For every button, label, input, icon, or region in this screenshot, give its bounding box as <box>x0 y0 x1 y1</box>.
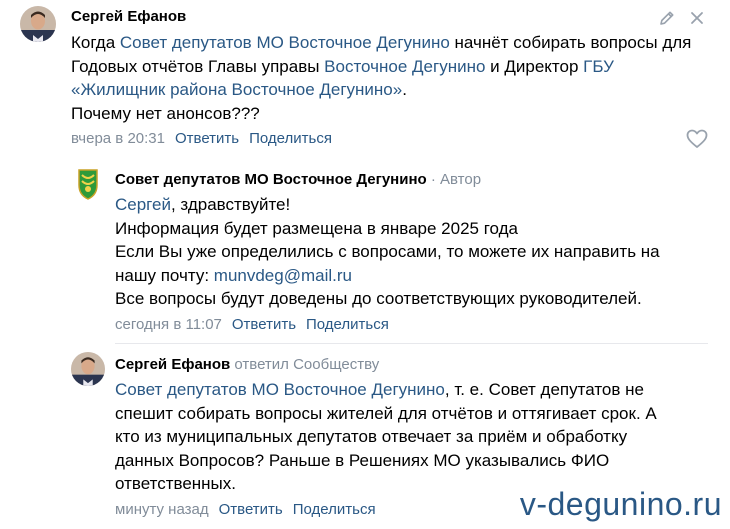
community-avatar[interactable] <box>71 167 105 201</box>
reply-button[interactable]: Ответить <box>219 501 283 518</box>
text-segment: . <box>402 80 407 99</box>
question-text: Почему нет анонсов??? <box>71 103 260 123</box>
community-link[interactable]: Совет депутатов МО Восточное Дегунино <box>115 380 445 399</box>
close-icon[interactable] <box>689 10 705 26</box>
comment-meta: минуту назад Ответить Поделиться <box>115 501 376 518</box>
share-button[interactable]: Поделиться <box>306 316 389 333</box>
divider <box>115 343 708 344</box>
coat-of-arms-icon <box>78 169 98 200</box>
text-segment: Информация будет размещена в январе 2025… <box>115 218 518 238</box>
community-name[interactable]: Совет депутатов МО Восточное Дегунино <box>115 171 427 188</box>
author-badge: · Автор <box>426 171 482 188</box>
text-segment: Когда <box>71 33 120 52</box>
reply-button[interactable]: Ответить <box>175 130 239 147</box>
district-link[interactable]: Восточное Дегунино <box>324 57 485 76</box>
email-link[interactable]: munvdeg@mail.ru <box>214 266 352 285</box>
comment-author: Сергей Ефанов ответил Сообществу <box>115 356 379 373</box>
avatar[interactable] <box>71 352 105 386</box>
text-segment: и Директор <box>485 56 584 76</box>
pencil-icon[interactable] <box>658 9 676 27</box>
comment-meta: вчера в 20:31 Ответить Поделиться <box>71 130 332 147</box>
avatar-photo <box>20 6 56 42</box>
reply-button[interactable]: Ответить <box>232 316 296 333</box>
comment-time[interactable]: сегодня в 11:07 <box>115 316 222 333</box>
text-segment: Если Вы уже определились с вопросами, то… <box>115 242 660 285</box>
share-button[interactable]: Поделиться <box>293 501 376 518</box>
comment-time[interactable]: вчера в 20:31 <box>71 130 165 147</box>
avatar[interactable] <box>20 6 56 42</box>
comment-time[interactable]: минуту назад <box>115 501 209 518</box>
text-segment: , здравствуйте! <box>170 195 291 214</box>
community-link[interactable]: Совет депутатов МО Восточное Дегунино <box>120 33 450 52</box>
watermark: v-degunino.ru <box>519 486 722 522</box>
replied-to[interactable]: ответил Сообществу <box>230 356 379 373</box>
comment-meta: сегодня в 11:07 Ответить Поделиться <box>115 316 389 333</box>
heart-icon[interactable] <box>686 129 708 149</box>
avatar-photo <box>71 352 105 386</box>
comment-author: Совет депутатов МО Восточное Дегунино · … <box>115 171 481 188</box>
comment-text: Сергей, здравствуйте! Информация будет р… <box>115 193 700 311</box>
author-name[interactable]: Сергей Ефанов <box>115 356 230 373</box>
comment-text: Когда Совет депутатов МО Восточное Дегун… <box>71 31 701 125</box>
comment-text: Совет депутатов МО Восточное Дегунино, т… <box>115 378 685 496</box>
text-segment: Все вопросы будут доведены до соответств… <box>115 289 642 308</box>
mention-link[interactable]: Сергей <box>115 195 171 214</box>
share-button[interactable]: Поделиться <box>249 130 332 147</box>
comment-author[interactable]: Сергей Ефанов <box>71 8 186 25</box>
